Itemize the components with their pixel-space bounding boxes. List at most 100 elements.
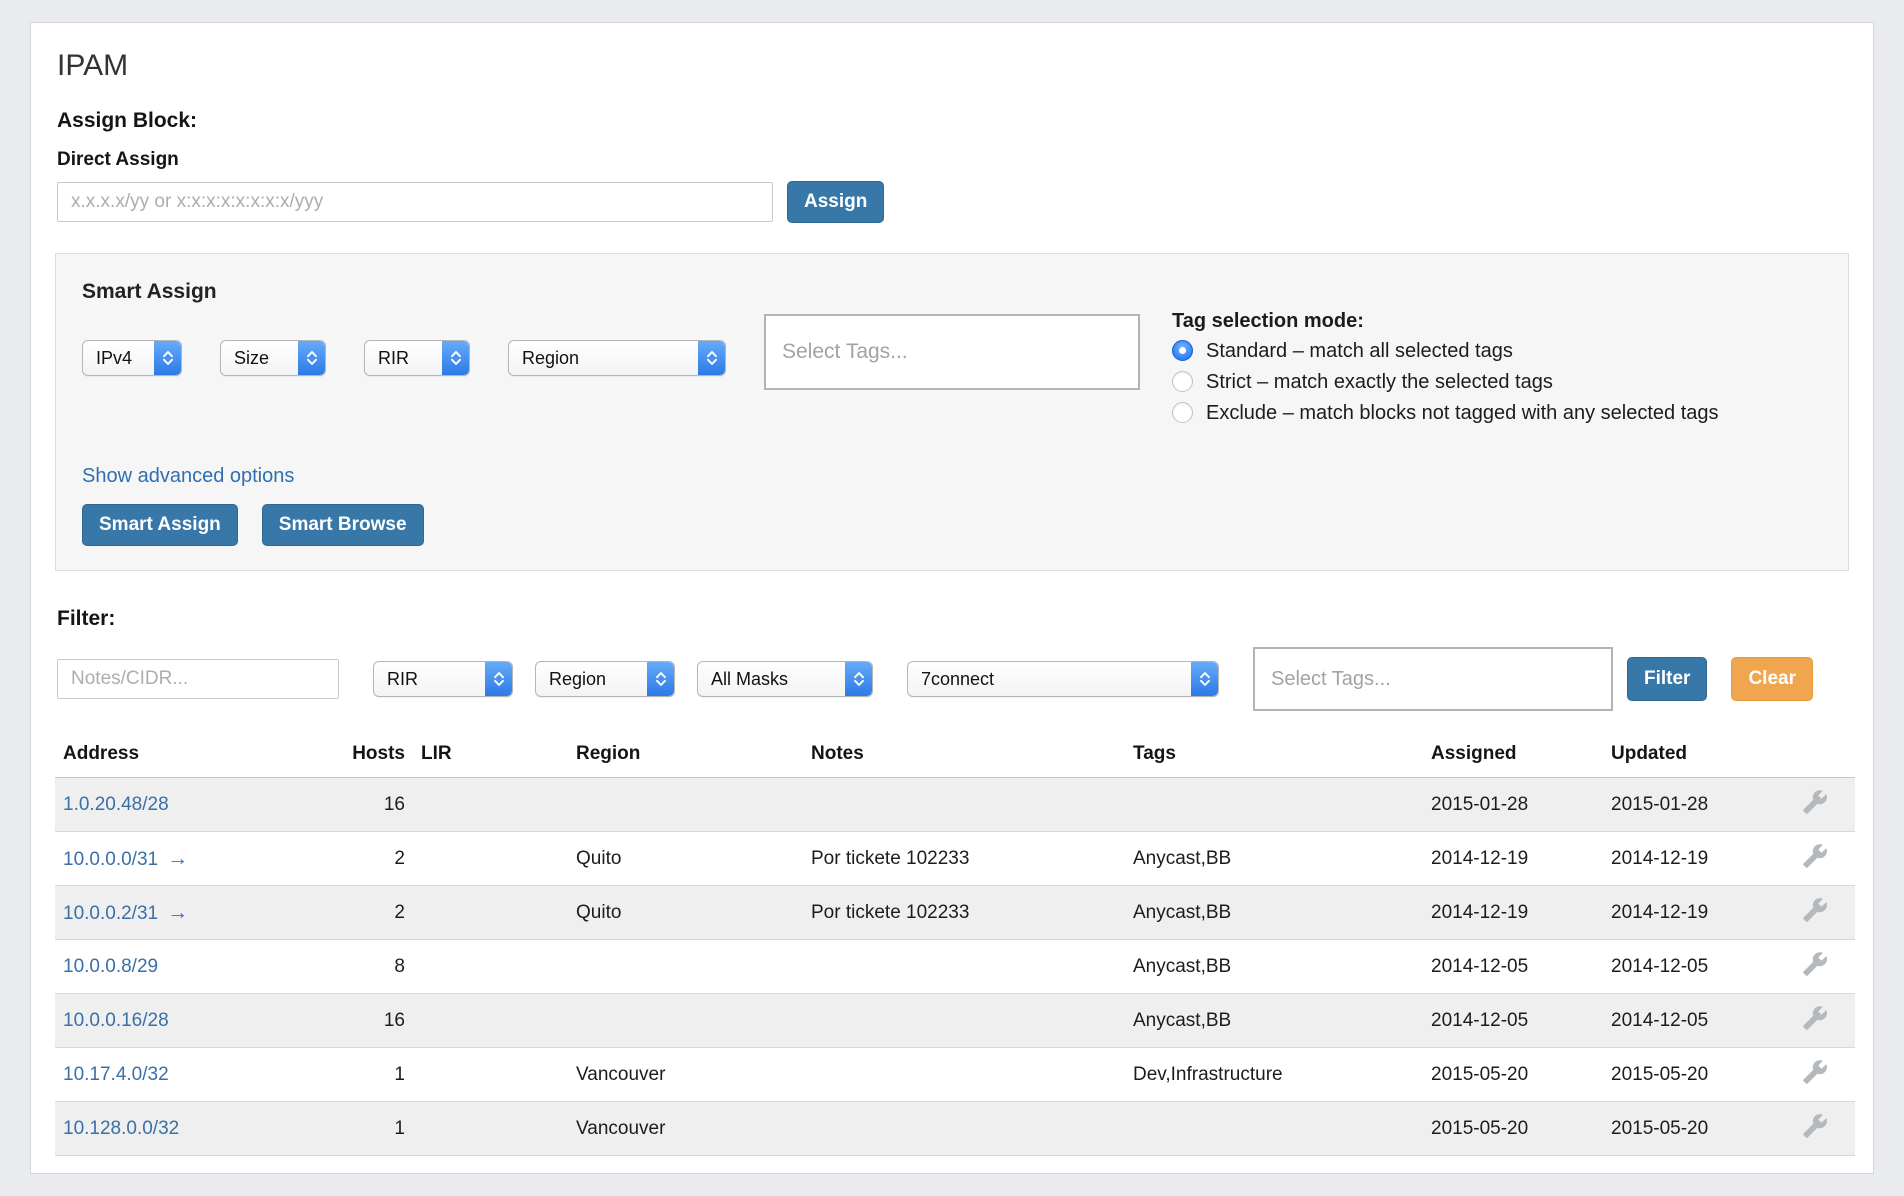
- smart-select-region-value: Region: [509, 341, 698, 375]
- hosts-cell: 1: [323, 1102, 413, 1156]
- lir-cell: [413, 886, 568, 940]
- tag-mode-option-exclude[interactable]: Exclude – match blocks not tagged with a…: [1172, 398, 1720, 429]
- updated-cell: 2015-05-20: [1603, 1048, 1775, 1102]
- filter-select-region[interactable]: Region: [535, 661, 675, 697]
- filter-select-resource[interactable]: 7connect: [907, 661, 1219, 697]
- assigned-cell: 2015-05-20: [1423, 1102, 1603, 1156]
- region-cell: Vancouver: [568, 1102, 803, 1156]
- tags-cell: Anycast,BB: [1125, 940, 1423, 994]
- table-row: 10.0.0.0/31→ 2 Quito Por tickete 102233 …: [55, 832, 1855, 886]
- radio-icon[interactable]: [1172, 371, 1193, 392]
- col-assigned: Assigned: [1423, 743, 1603, 778]
- region-cell: [568, 940, 803, 994]
- wrench-icon[interactable]: [1802, 1059, 1828, 1085]
- updated-cell: 2014-12-05: [1603, 994, 1775, 1048]
- filter-tags-input[interactable]: [1253, 647, 1613, 711]
- smart-select-region[interactable]: Region: [508, 340, 726, 376]
- smart-browse-button[interactable]: Smart Browse: [262, 504, 424, 546]
- subdivide-arrow-icon[interactable]: →: [167, 847, 188, 870]
- chevron-updown-icon: [845, 662, 872, 696]
- direct-assign-label: Direct Assign: [57, 149, 1849, 171]
- table-row: 10.0.0.8/29 8 Anycast,BB 2014-12-05 2014…: [55, 940, 1855, 994]
- filter-button[interactable]: Filter: [1627, 657, 1707, 701]
- notes-cell: Por tickete 102233: [803, 886, 1125, 940]
- clear-button[interactable]: Clear: [1731, 657, 1813, 701]
- assigned-cell: 2014-12-19: [1423, 886, 1603, 940]
- lir-cell: [413, 1102, 568, 1156]
- chevron-updown-icon: [298, 341, 325, 375]
- wrench-icon[interactable]: [1802, 843, 1828, 869]
- tags-cell: [1125, 1102, 1423, 1156]
- smart-select-size[interactable]: Size: [220, 340, 326, 376]
- blocks-table: Address Hosts LIR Region Notes Tags Assi…: [55, 743, 1855, 1156]
- wrench-icon[interactable]: [1802, 897, 1828, 923]
- tags-cell: [1125, 778, 1423, 832]
- smart-select-rir[interactable]: RIR: [364, 340, 470, 376]
- table-row: 1.0.20.48/28 16 2015-01-28 2015-01-28: [55, 778, 1855, 832]
- wrench-icon[interactable]: [1802, 1113, 1828, 1139]
- updated-cell: 2014-12-05: [1603, 940, 1775, 994]
- address-link[interactable]: 10.0.0.16/28: [63, 1010, 169, 1031]
- updated-cell: 2014-12-19: [1603, 832, 1775, 886]
- assign-button[interactable]: Assign: [787, 181, 884, 223]
- region-cell: Quito: [568, 886, 803, 940]
- tag-mode-heading: Tag selection mode:: [1172, 310, 1720, 333]
- col-region: Region: [568, 743, 803, 778]
- radio-icon[interactable]: [1172, 402, 1193, 423]
- smart-assign-heading: Smart Assign: [82, 280, 1822, 304]
- wrench-icon[interactable]: [1802, 789, 1828, 815]
- assigned-cell: 2015-01-28: [1423, 778, 1603, 832]
- subdivide-arrow-icon[interactable]: →: [167, 901, 188, 924]
- notes-cell: [803, 1102, 1125, 1156]
- assign-block-heading: Assign Block:: [57, 109, 1849, 133]
- smart-tags-input[interactable]: [764, 314, 1140, 390]
- chevron-updown-icon: [154, 341, 181, 375]
- table-row: 10.17.4.0/32 1 Vancouver Dev,Infrastruct…: [55, 1048, 1855, 1102]
- smart-select-rir-value: RIR: [365, 341, 442, 375]
- lir-cell: [413, 940, 568, 994]
- region-cell: Vancouver: [568, 1048, 803, 1102]
- chevron-updown-icon: [485, 662, 512, 696]
- assigned-cell: 2015-05-20: [1423, 1048, 1603, 1102]
- address-link[interactable]: 1.0.20.48/28: [63, 794, 169, 815]
- notes-cidr-input[interactable]: [57, 659, 339, 699]
- radio-icon[interactable]: [1172, 340, 1193, 361]
- hosts-cell: 1: [323, 1048, 413, 1102]
- chevron-updown-icon: [698, 341, 725, 375]
- wrench-icon[interactable]: [1802, 1005, 1828, 1031]
- smart-select-ip-version[interactable]: IPv4: [82, 340, 182, 376]
- smart-assign-controls: IPv4 Size RIR: [82, 308, 1822, 429]
- smart-assign-button[interactable]: Smart Assign: [82, 504, 238, 546]
- smart-assign-panel: Smart Assign IPv4 Size RIR: [55, 253, 1849, 571]
- direct-assign-row: Assign: [57, 181, 1849, 223]
- tag-mode-option-strict[interactable]: Strict – match exactly the selected tags: [1172, 367, 1720, 398]
- advanced-options-link[interactable]: Show advanced options: [82, 465, 294, 488]
- page-title: IPAM: [57, 49, 1849, 83]
- filter-select-masks-value: All Masks: [698, 662, 845, 696]
- tags-cell: Anycast,BB: [1125, 832, 1423, 886]
- lir-cell: [413, 832, 568, 886]
- address-link[interactable]: 10.0.0.0/31: [63, 849, 158, 870]
- tag-mode-option-standard[interactable]: Standard – match all selected tags: [1172, 336, 1720, 367]
- lir-cell: [413, 778, 568, 832]
- wrench-icon[interactable]: [1802, 951, 1828, 977]
- col-address: Address: [55, 743, 323, 778]
- address-link[interactable]: 10.0.0.8/29: [63, 956, 158, 977]
- address-link[interactable]: 10.17.4.0/32: [63, 1064, 169, 1085]
- updated-cell: 2014-12-19: [1603, 886, 1775, 940]
- tag-mode-label: Standard – match all selected tags: [1206, 340, 1513, 362]
- table-body: 1.0.20.48/28 16 2015-01-28 2015-01-28 10…: [55, 778, 1855, 1156]
- col-actions: [1775, 743, 1855, 778]
- smart-select-ip-version-value: IPv4: [83, 341, 154, 375]
- notes-cell: [803, 1048, 1125, 1102]
- region-cell: [568, 778, 803, 832]
- direct-assign-input[interactable]: [57, 182, 773, 222]
- table-row: 10.0.0.16/28 16 Anycast,BB 2014-12-05 20…: [55, 994, 1855, 1048]
- notes-cell: [803, 940, 1125, 994]
- filter-select-masks[interactable]: All Masks: [697, 661, 873, 697]
- filter-select-rir[interactable]: RIR: [373, 661, 513, 697]
- address-link[interactable]: 10.128.0.0/32: [63, 1118, 179, 1139]
- assigned-cell: 2014-12-19: [1423, 832, 1603, 886]
- address-link[interactable]: 10.0.0.2/31: [63, 903, 158, 924]
- col-tags: Tags: [1125, 743, 1423, 778]
